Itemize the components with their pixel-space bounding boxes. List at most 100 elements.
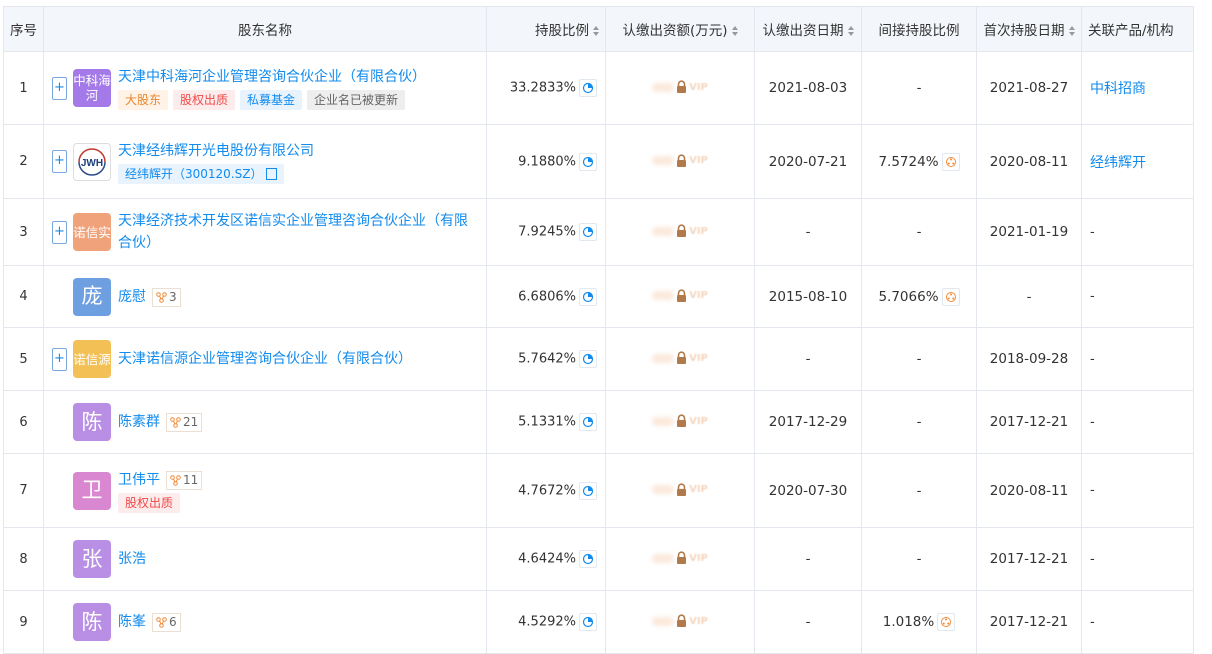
sort-icon[interactable] <box>593 26 599 36</box>
shareholder-name-link[interactable]: 陈峯 <box>118 614 146 630</box>
related-product-link[interactable]: 中科招商 <box>1090 81 1146 97</box>
capital-cell[interactable]: VIP <box>605 453 755 528</box>
vip-locked-value[interactable]: VIP <box>652 154 708 168</box>
capital-cell[interactable]: VIP <box>605 198 755 266</box>
capital-date: 2020-07-21 <box>768 153 848 170</box>
history-chart-icon[interactable] <box>579 613 597 631</box>
relation-badge[interactable]: 6 <box>152 613 181 632</box>
lock-icon <box>677 224 687 238</box>
shareholder-name-link[interactable]: 天津经济技术开发区诺信实企业管理咨询合伙企业（有限合伙） <box>118 213 468 251</box>
expand-button[interactable]: + <box>52 150 67 173</box>
history-chart-icon[interactable] <box>579 223 597 241</box>
col-first-date[interactable]: 首次持股日期 <box>976 6 1082 52</box>
first-hold-date: 2017-12-21 <box>989 614 1069 630</box>
ratio-cell: 6.6806% <box>486 265 606 328</box>
history-chart-icon[interactable] <box>579 350 597 368</box>
capital-cell[interactable]: VIP <box>605 390 755 454</box>
history-chart-icon[interactable] <box>579 550 597 568</box>
lock-icon <box>677 80 687 94</box>
shareholder-name-link[interactable]: 张浩 <box>118 551 146 567</box>
name-cell: 庞 庞慰 3 <box>43 265 487 328</box>
holding-ratio: 4.6424% <box>518 551 576 567</box>
related-cell: 中科招商 <box>1081 51 1194 125</box>
seq-cell: 1 <box>3 51 44 125</box>
vip-locked-value[interactable]: VIP <box>652 351 708 365</box>
penetration-icon[interactable] <box>941 287 960 306</box>
capital-date-cell: 2015-08-10 <box>754 265 862 328</box>
holding-ratio: 5.7642% <box>518 351 576 367</box>
sort-icon[interactable] <box>1068 26 1075 36</box>
ratio-cell: 4.6424% <box>486 527 606 591</box>
seq-number: 8 <box>19 551 28 567</box>
shareholder-avatar: 卫 <box>73 471 111 510</box>
indirect-cell: - <box>861 453 977 528</box>
capital-cell[interactable]: VIP <box>605 265 755 328</box>
avatar-text: 诺信源 <box>73 351 111 367</box>
vip-label: VIP <box>689 81 708 93</box>
ratio-cell: 4.5292% <box>486 590 606 654</box>
col-capital-date[interactable]: 认缴出资日期 <box>754 6 862 52</box>
capital-cell[interactable]: VIP <box>605 590 755 654</box>
shareholder-avatar: 中科海河 <box>73 69 111 107</box>
col-ratio[interactable]: 持股比例 <box>486 6 606 52</box>
lock-icon <box>677 614 687 628</box>
vip-label: VIP <box>689 155 708 167</box>
relation-badge[interactable]: 21 <box>166 413 203 432</box>
copy-icon[interactable] <box>266 168 278 180</box>
shareholder-name-link[interactable]: 天津中科海河企业管理咨询合伙企业（有限合伙） <box>118 69 426 85</box>
col-capital-date-label: 认缴出资日期 <box>762 23 844 39</box>
table-row: 2 + JWH 天津经纬辉开光电股份有限公司 经纬辉开（300120.SZ） 9… <box>3 124 1194 199</box>
vip-locked-value[interactable]: VIP <box>652 551 708 565</box>
shareholder-name-link[interactable]: 庞慰 <box>118 289 146 305</box>
capital-cell[interactable]: VIP <box>605 51 755 125</box>
table-row: 7 卫 卫伟平 11 股权出质 4.7672% VIP 2020-07-30 -… <box>3 453 1194 528</box>
vip-locked-value[interactable]: VIP <box>652 414 708 428</box>
history-chart-icon[interactable] <box>579 152 597 171</box>
table-row: 9 陈 陈峯 6 4.5292% VIP - 1.018% 2017-12-21… <box>3 590 1194 654</box>
capital-cell[interactable]: VIP <box>605 124 755 199</box>
vip-locked-value[interactable]: VIP <box>652 289 708 303</box>
table-row: 4 庞 庞慰 3 6.6806% VIP 2015-08-10 5.7066% … <box>3 265 1194 328</box>
vip-locked-value[interactable]: VIP <box>652 80 708 94</box>
penetration-icon[interactable] <box>937 613 956 631</box>
first-date-cell: 2017-12-21 <box>976 527 1082 591</box>
holding-ratio: 33.2833% <box>509 80 576 96</box>
capital-cell[interactable]: VIP <box>605 527 755 591</box>
expand-button[interactable]: + <box>52 347 67 371</box>
relation-badge[interactable]: 11 <box>166 470 203 490</box>
relation-count: 21 <box>183 415 199 429</box>
shareholder-name-link[interactable]: 卫伟平 <box>118 472 160 488</box>
expand-button[interactable]: + <box>52 76 67 100</box>
expand-button[interactable]: + <box>52 220 67 244</box>
shareholder-name-link[interactable]: 天津经纬辉开光电股份有限公司 <box>118 143 314 159</box>
vip-locked-value[interactable]: VIP <box>652 224 708 238</box>
col-capital[interactable]: 认缴出资额(万元) <box>605 6 755 52</box>
seq-cell: 3 <box>3 198 44 266</box>
shareholder-name-link[interactable]: 天津诺信源企业管理咨询合伙企业（有限合伙） <box>118 351 412 367</box>
shareholder-avatar: 陈 <box>73 403 111 441</box>
vip-locked-value[interactable]: VIP <box>652 483 708 497</box>
related-product: - <box>1090 289 1095 304</box>
name-cell: + 中科海河 天津中科海河企业管理咨询合伙企业（有限合伙） 大股东 股权出质 私募基… <box>43 51 487 125</box>
ratio-cell: 9.1880% <box>486 124 606 199</box>
penetration-icon[interactable] <box>941 152 960 171</box>
history-chart-icon[interactable] <box>579 79 597 97</box>
sort-icon[interactable] <box>847 26 854 36</box>
relation-badge[interactable]: 3 <box>152 287 181 307</box>
capital-cell[interactable]: VIP <box>605 327 755 391</box>
shareholder-tag[interactable]: 私募基金 <box>240 90 303 110</box>
col-first-date-label: 首次持股日期 <box>983 23 1065 39</box>
sort-icon[interactable] <box>731 26 738 36</box>
shareholder-name-link[interactable]: 陈素群 <box>118 414 160 430</box>
history-chart-icon[interactable] <box>579 481 597 500</box>
vip-locked-value[interactable]: VIP <box>652 614 708 628</box>
history-chart-icon[interactable] <box>579 413 597 431</box>
ratio-cell: 33.2833% <box>486 51 606 125</box>
holding-ratio: 9.1880% <box>518 154 576 169</box>
capital-date-cell: - <box>754 590 862 654</box>
related-cell: - <box>1081 453 1194 528</box>
history-chart-icon[interactable] <box>579 287 597 306</box>
shareholder-tag[interactable]: 经纬辉开（300120.SZ） <box>118 163 285 184</box>
related-product-link[interactable]: 经纬辉开 <box>1090 155 1146 171</box>
holding-ratio: 4.7672% <box>518 483 576 498</box>
